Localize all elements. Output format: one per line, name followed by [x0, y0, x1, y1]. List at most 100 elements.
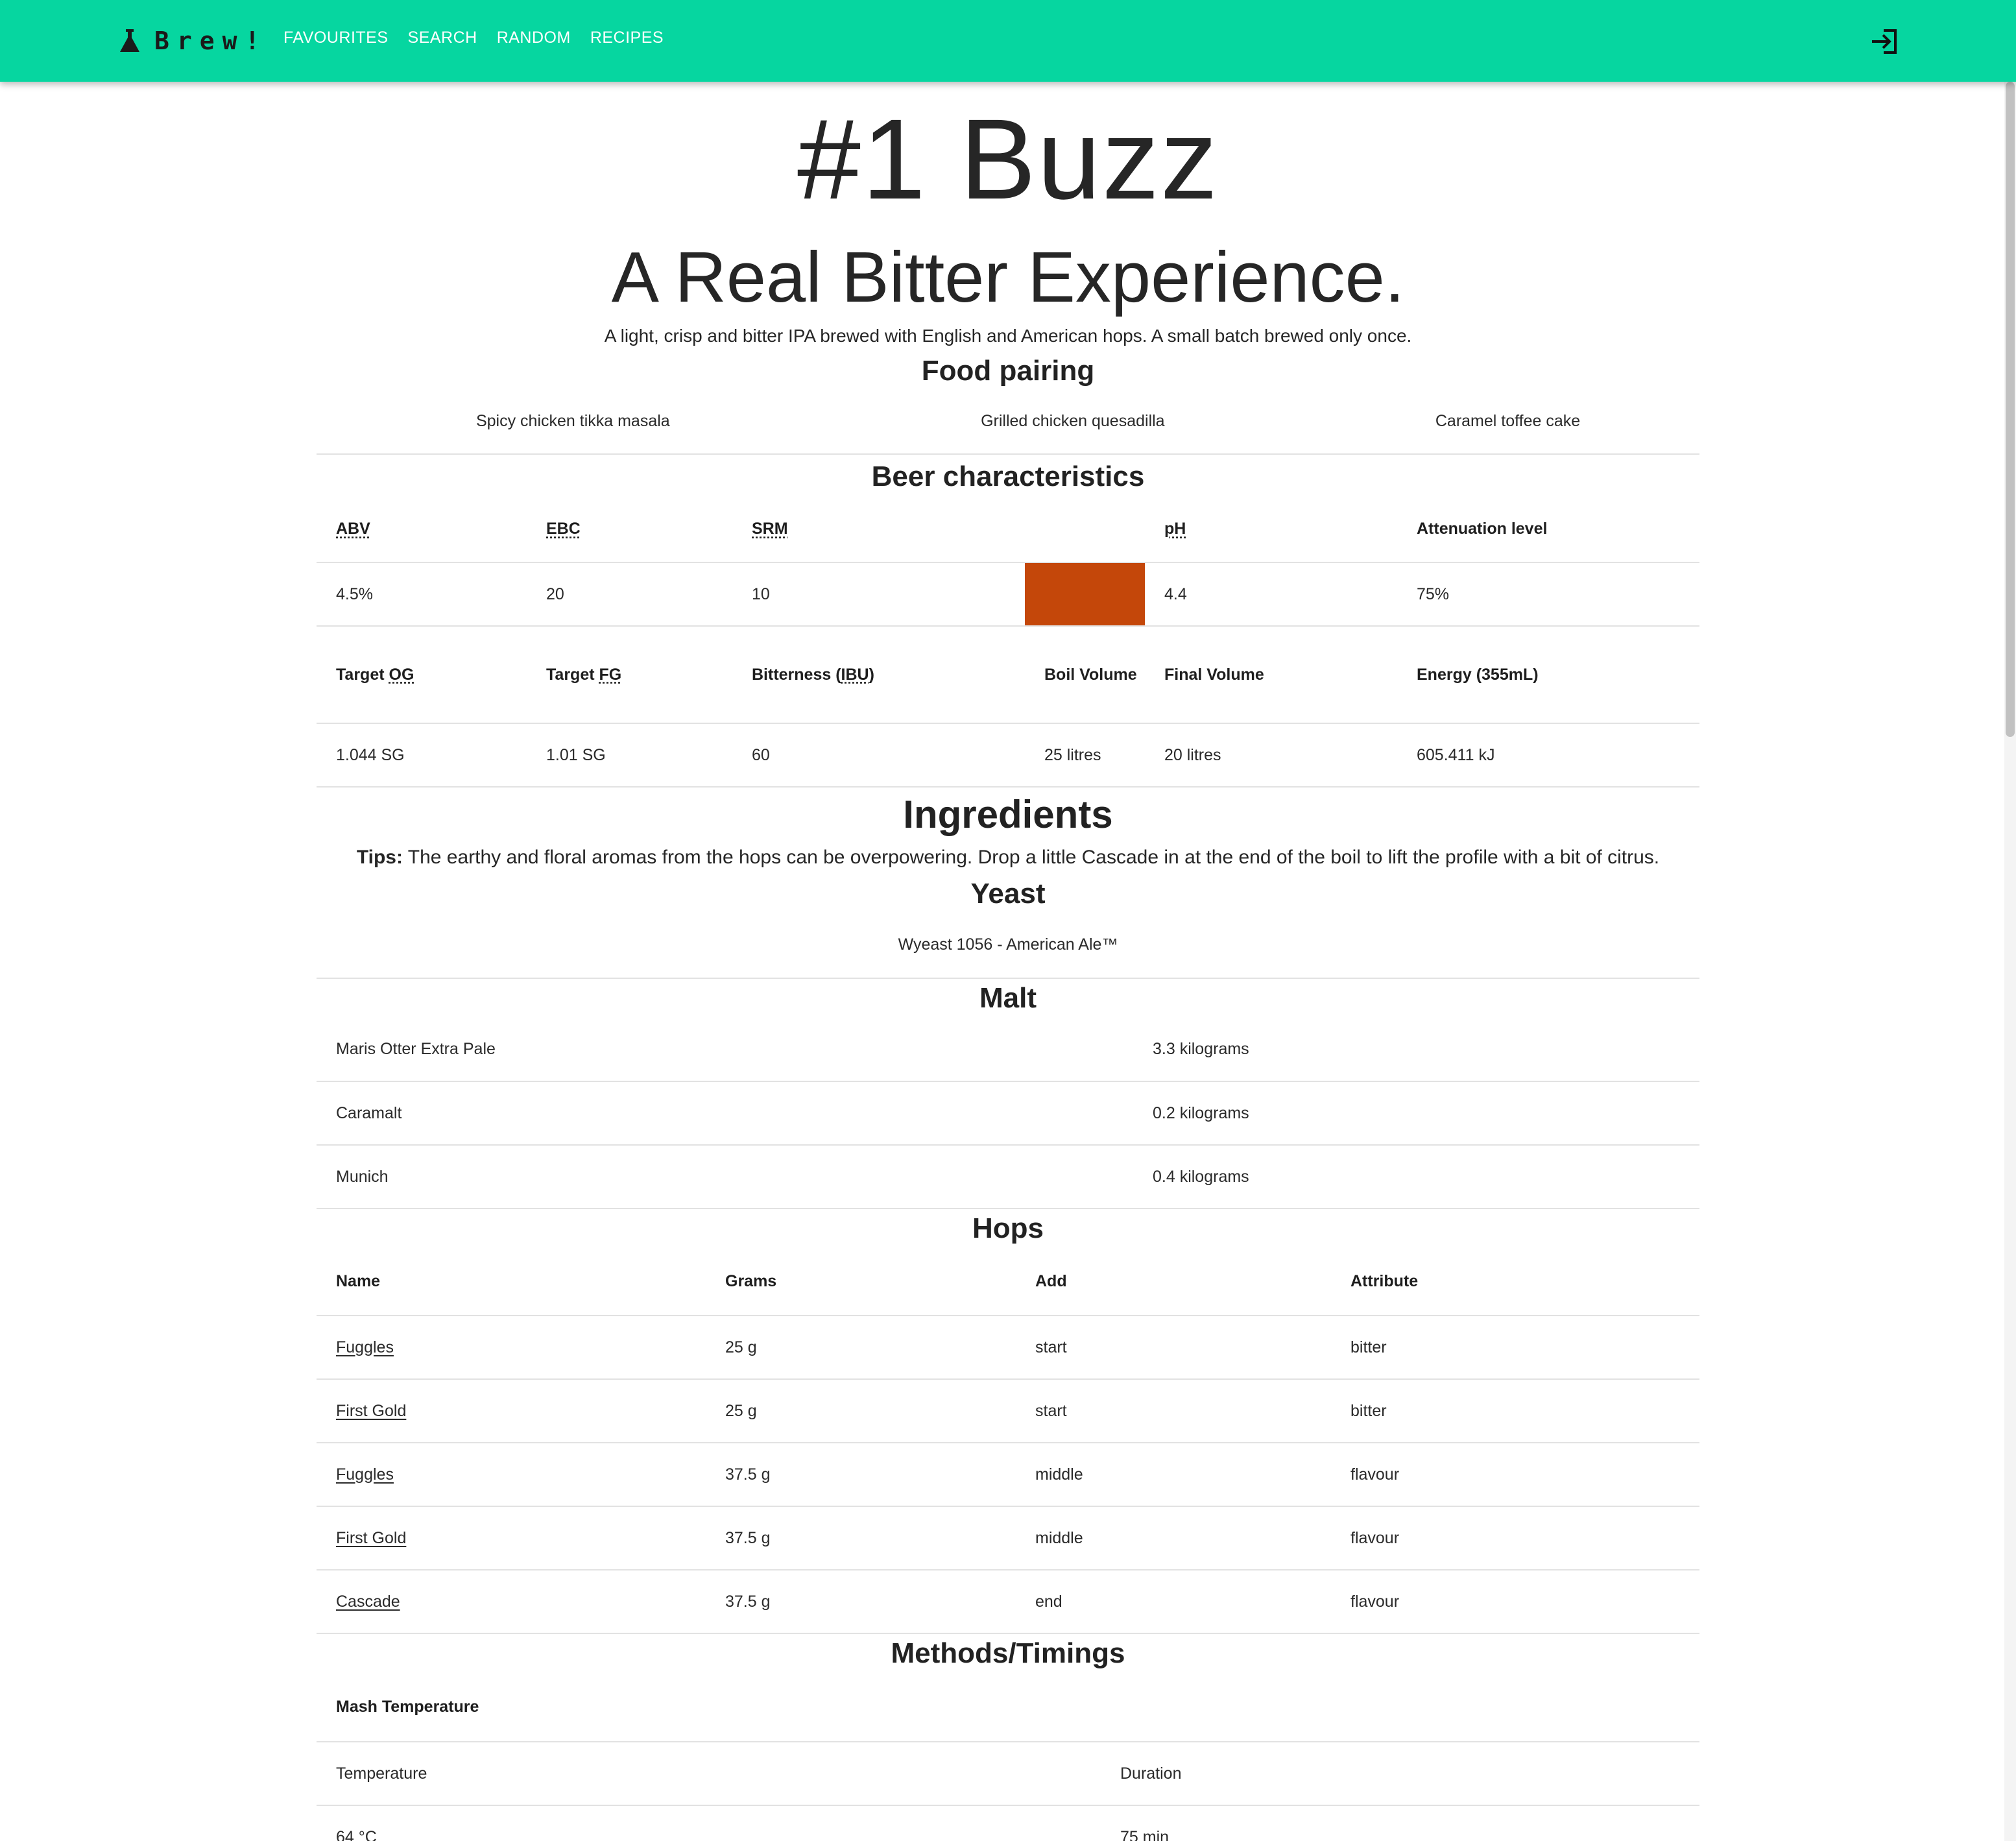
table-row: Fuggles 37.5 g middle flavour	[317, 1443, 1699, 1506]
column-header-name: Name	[336, 1272, 381, 1290]
ph-label: pH	[1164, 520, 1186, 538]
hop-name-link[interactable]: First Gold	[336, 1402, 406, 1420]
nav-favourites[interactable]: FAVOURITES	[283, 29, 389, 47]
malt-table: Maris Otter Extra Pale 3.3 kilograms Car…	[317, 1018, 1699, 1209]
mash-temperature-value: 64 °C	[336, 1827, 377, 1841]
characteristics-header-row-2: Target OG Target FG Bitterness (IBU) Boi…	[317, 626, 1699, 723]
abv-label: ABV	[336, 520, 370, 538]
og-label: OG	[389, 665, 414, 684]
food-pairing-row: Spicy chicken tikka masala Grilled chick…	[317, 389, 1699, 454]
main-nav: FAVOURITES SEARCH RANDOM RECIPES	[283, 29, 683, 47]
page-scrollbar[interactable]	[2004, 82, 2016, 1841]
malt-name: Munich	[336, 1167, 389, 1186]
hop-grams: 37.5 g	[725, 1592, 771, 1611]
hop-grams: 25 g	[725, 1401, 757, 1420]
brand-logo[interactable]: Brew!	[119, 23, 267, 58]
characteristics-table: ABV EBC SRM pH Attenuation level 4.5% 20…	[317, 496, 1699, 788]
srm-value: 10	[752, 584, 770, 603]
nav-recipes[interactable]: RECIPES	[590, 29, 664, 47]
hops-heading: Hops	[972, 1212, 1044, 1244]
methods-heading: Methods/Timings	[891, 1637, 1125, 1669]
ibu-value: 60	[752, 745, 770, 764]
column-header-grams: Grams	[725, 1272, 777, 1290]
table-row: Fuggles 25 g start bitter	[317, 1316, 1699, 1379]
malt-amount: 3.3 kilograms	[1153, 1040, 1249, 1058]
malt-amount: 0.4 kilograms	[1153, 1167, 1249, 1186]
srm-color-swatch	[1025, 562, 1145, 626]
table-row: First Gold 37.5 g middle flavour	[317, 1506, 1699, 1570]
hop-attribute: flavour	[1350, 1528, 1400, 1547]
column-header-temperature: Temperature	[336, 1764, 427, 1783]
final-volume-value: 20 litres	[1164, 745, 1221, 764]
food-pairing-heading: Food pairing	[921, 355, 1095, 387]
food-pairing-item: Spicy chicken tikka masala	[475, 412, 670, 430]
hop-add: middle	[1035, 1528, 1083, 1547]
beer-title: #1 Buzz	[797, 96, 1219, 223]
ph-value: 4.4	[1164, 584, 1187, 603]
nav-random[interactable]: RANDOM	[497, 29, 571, 47]
hops-table: Name Grams Add Attribute Fuggles 25 g st…	[317, 1248, 1699, 1634]
characteristics-value-row-2: 1.044 SG 1.01 SG 60 25 litres 20 litres …	[317, 723, 1699, 787]
srm-label: SRM	[752, 520, 788, 538]
mash-temperature-heading: Mash Temperature	[336, 1698, 479, 1716]
fg-label-prefix: Target	[546, 665, 599, 684]
og-value: 1.044 SG	[336, 745, 405, 764]
brand-name: Brew!	[154, 27, 268, 55]
brewing-tips: Tips: The earthy and floral aromas from …	[317, 839, 1699, 876]
hop-add: end	[1035, 1592, 1062, 1611]
srm-swatch-header	[1025, 496, 1145, 562]
mash-temperature-table: Mash Temperature Temperature Duration 64…	[317, 1673, 1699, 1841]
hop-add: middle	[1035, 1465, 1083, 1484]
hop-grams: 37.5 g	[725, 1465, 771, 1484]
table-row: Maris Otter Extra Pale 3.3 kilograms	[317, 1018, 1699, 1081]
hop-name-link[interactable]: Fuggles	[336, 1338, 394, 1356]
characteristics-heading: Beer characteristics	[871, 461, 1145, 492]
tips-text: The earthy and floral aromas from the ho…	[402, 847, 1660, 868]
hop-name-link[interactable]: Fuggles	[336, 1465, 394, 1484]
food-pairing-table: Spicy chicken tikka masala Grilled chick…	[317, 389, 1699, 455]
table-row: First Gold 25 g start bitter	[317, 1379, 1699, 1443]
ingredients-heading: Ingredients	[903, 793, 1113, 836]
hop-add: start	[1035, 1401, 1067, 1420]
flask-icon	[120, 29, 139, 52]
beer-tagline: A Real Bitter Experience.	[611, 237, 1405, 317]
hop-attribute: flavour	[1350, 1592, 1400, 1611]
malt-amount: 0.2 kilograms	[1153, 1103, 1249, 1122]
table-row: Munich 0.4 kilograms	[317, 1145, 1699, 1209]
mash-duration-value: 75 min	[1120, 1827, 1170, 1841]
ibu-label-prefix: Bitterness (	[752, 665, 841, 684]
yeast-table: Wyeast 1056 - American Ale™	[317, 912, 1699, 979]
ibu-label-suffix: )	[869, 665, 874, 684]
characteristics-value-row: 4.5% 20 10 4.4 75%	[317, 562, 1699, 626]
food-pairing-item: Grilled chicken quesadilla	[981, 412, 1165, 430]
fg-label: FG	[599, 665, 622, 684]
yeast-row: Wyeast 1056 - American Ale™	[317, 912, 1699, 978]
login-icon[interactable]	[1871, 29, 1898, 54]
og-label-prefix: Target	[336, 665, 389, 684]
hop-name-link[interactable]: Cascade	[336, 1593, 400, 1611]
malt-name: Maris Otter Extra Pale	[336, 1040, 496, 1058]
attenuation-label: Attenuation level	[1417, 520, 1548, 538]
abv-value: 4.5%	[336, 584, 373, 603]
fg-value: 1.01 SG	[546, 745, 606, 764]
yeast-name: Wyeast 1056 - American Ale™	[898, 935, 1118, 954]
tips-label: Tips:	[356, 847, 403, 868]
scrollbar-thumb[interactable]	[2006, 82, 2015, 737]
attenuation-value: 75%	[1417, 584, 1450, 603]
beer-description: A light, crisp and bitter IPA brewed wit…	[604, 326, 1412, 346]
hop-name-link[interactable]: First Gold	[336, 1529, 406, 1547]
ibu-label: IBU	[841, 665, 869, 684]
mash-header-row: Temperature Duration	[317, 1742, 1699, 1805]
hop-add: start	[1035, 1338, 1067, 1356]
malt-heading: Malt	[979, 982, 1037, 1014]
nav-search[interactable]: SEARCH	[408, 29, 477, 47]
mash-heading-row: Mash Temperature	[317, 1673, 1699, 1742]
hop-grams: 37.5 g	[725, 1528, 771, 1547]
app-bar: Brew! FAVOURITES SEARCH RANDOM RECIPES	[0, 0, 2016, 82]
yeast-heading: Yeast	[970, 878, 1046, 909]
beer-detail: #1 Buzz A Real Bitter Experience. A ligh…	[317, 82, 1699, 1841]
table-row: 64 °C 75 min	[317, 1805, 1699, 1841]
hop-attribute: flavour	[1350, 1465, 1400, 1484]
final-volume-label: Final Volume	[1164, 665, 1264, 684]
food-pairing-item: Caramel toffee cake	[1435, 412, 1581, 430]
